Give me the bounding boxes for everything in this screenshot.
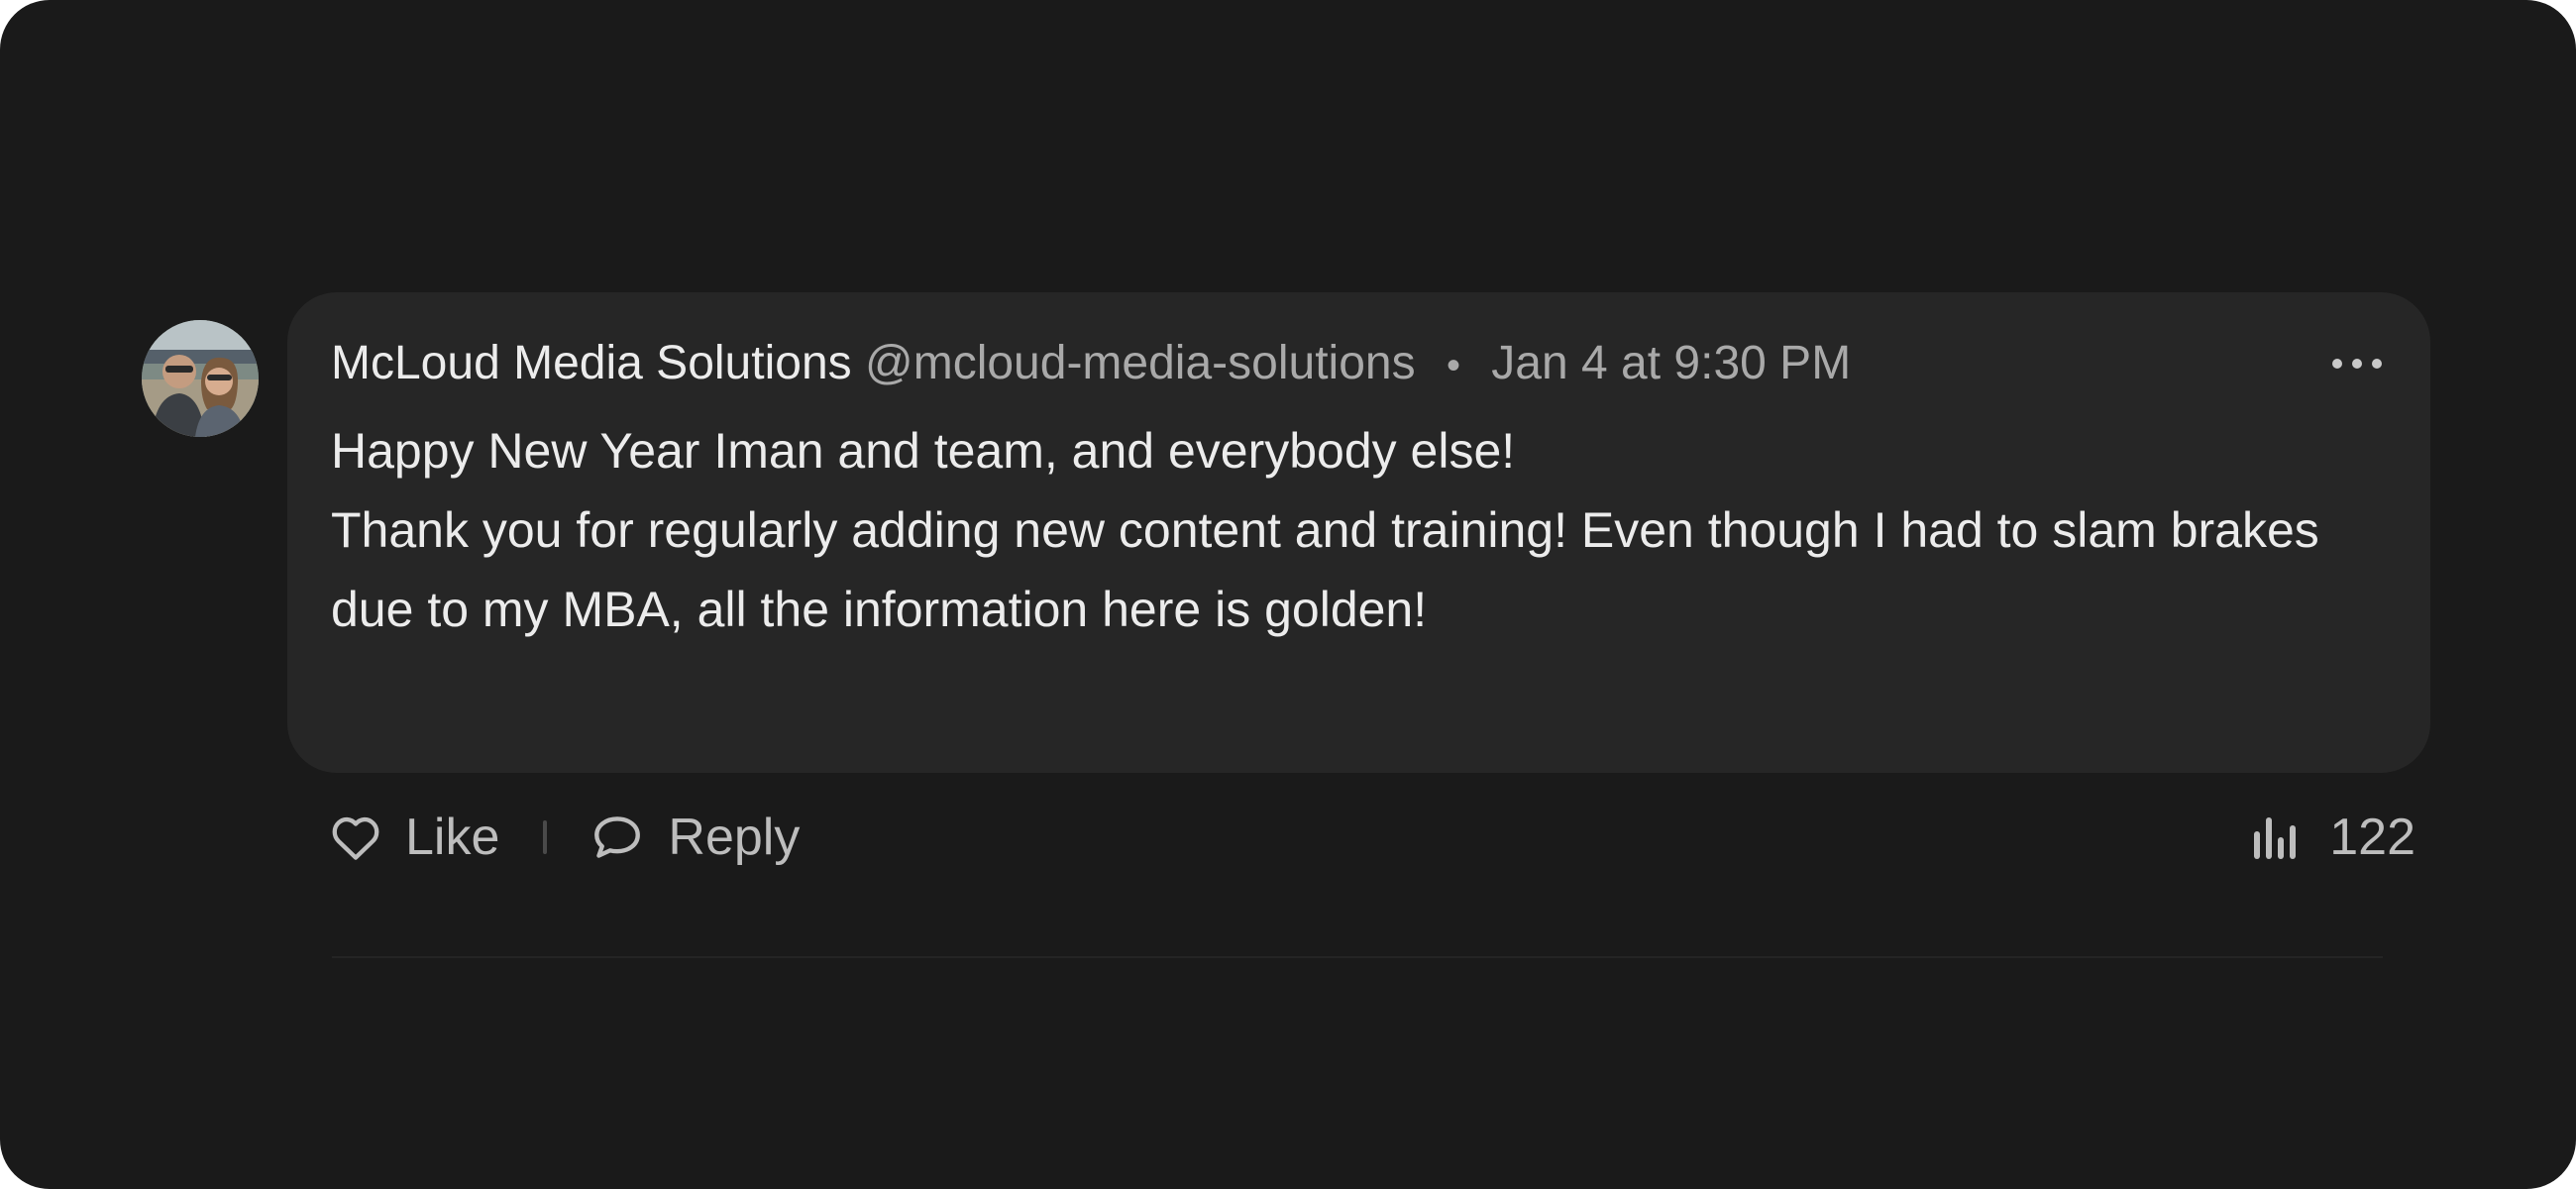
avatar[interactable] [142,320,259,437]
author-name[interactable]: McLoud Media Solutions [331,337,852,389]
more-horizontal-icon [2332,359,2382,369]
like-label: Like [405,809,500,866]
comment-meta: McLoud Media Solutions @mcloud-media-sol… [331,334,1851,395]
views-counter: 122 [2250,803,2415,872]
comment-bubble: McLoud Media Solutions @mcloud-media-sol… [287,292,2430,773]
comment-line: Happy New Year Iman and team, and everyb… [331,423,1516,479]
section-divider [332,956,2383,958]
comment-timestamp[interactable]: Jan 4 at 9:30 PM [1491,337,1851,389]
reply-label: Reply [668,809,801,866]
action-divider [543,820,548,854]
comment-line: Thank you for regularly adding new conte… [331,502,2319,637]
comment-body: Happy New Year Iman and team, and everyb… [331,411,2372,649]
views-count: 122 [2329,809,2415,866]
heart-outline-icon [332,816,379,860]
comment-card: McLoud Media Solutions @mcloud-media-sol… [0,0,2576,1189]
more-options-button[interactable] [2327,344,2387,383]
avatar-photo [142,320,259,437]
bar-chart-icon [2254,817,2297,859]
like-button[interactable]: Like [330,808,499,867]
reply-button[interactable]: Reply [590,808,800,867]
comment-actions: Like Reply [330,803,800,872]
meta-separator: • [1446,344,1460,387]
author-handle[interactable]: @mcloud-media-solutions [865,337,1416,389]
chat-bubble-outline-icon [594,816,641,858]
